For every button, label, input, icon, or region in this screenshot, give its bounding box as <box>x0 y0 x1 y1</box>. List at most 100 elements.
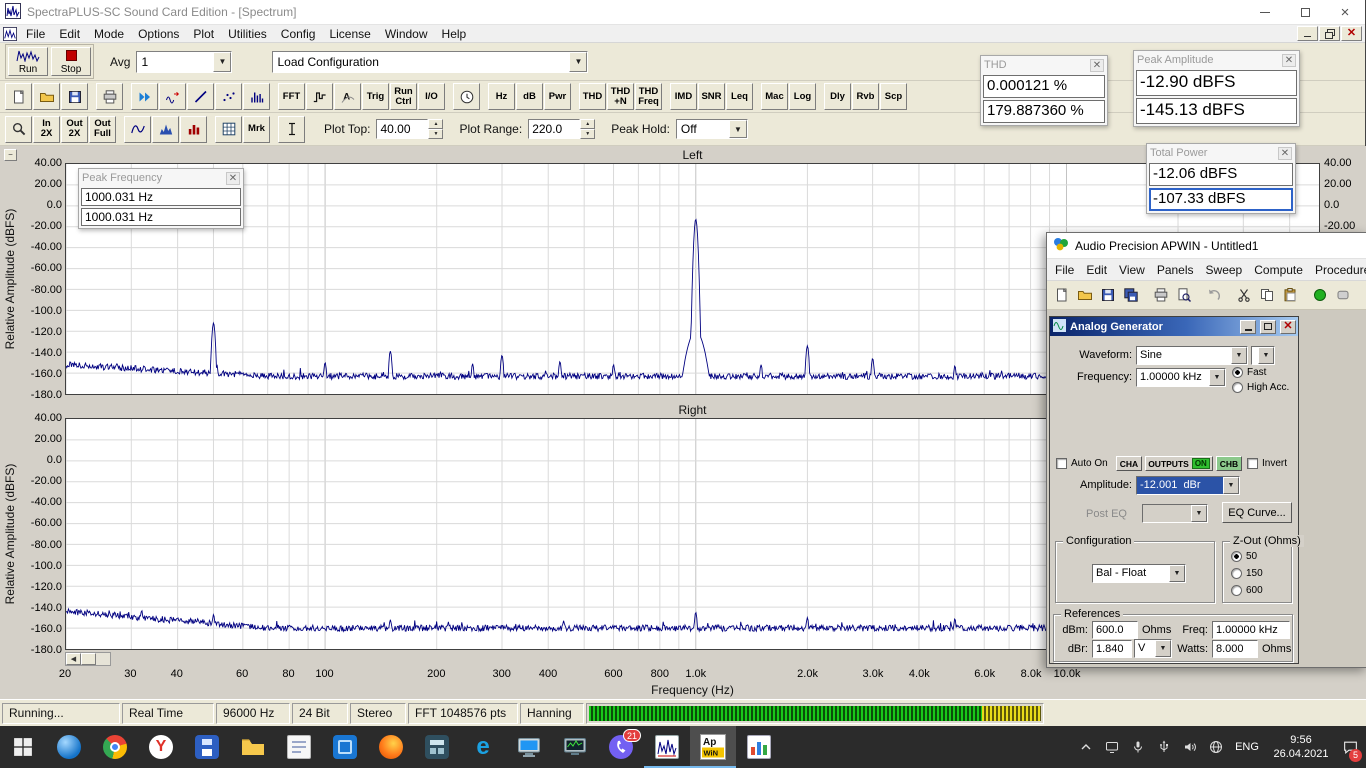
close-icon[interactable]: ✕ <box>1282 54 1296 67</box>
plot-filled-mode-button[interactable] <box>152 116 179 143</box>
ap-print-preview-button[interactable] <box>1173 283 1195 307</box>
snr-utility-button[interactable]: SNR <box>698 83 725 110</box>
spin-up-icon[interactable]: ▲ <box>580 119 595 129</box>
zoom-out-2x-button[interactable]: Out 2X <box>61 116 88 143</box>
plot-line-mode-button[interactable] <box>124 116 151 143</box>
tray-usb-icon[interactable] <box>1152 727 1176 767</box>
new-file-button[interactable] <box>5 83 32 110</box>
zout-600-radio[interactable]: 600 <box>1231 585 1263 596</box>
run-control-button[interactable]: Run Ctrl <box>390 83 417 110</box>
spin-down-icon[interactable]: ▼ <box>580 129 595 139</box>
delay-button[interactable]: Dly <box>824 83 851 110</box>
zoom-button[interactable] <box>5 116 32 143</box>
plot-h-scrollbar[interactable]: ◀ <box>65 652 111 666</box>
amplitude-input[interactable]: -12.001 dBr▼ <box>1136 476 1240 495</box>
apwin-title-bar[interactable]: Audio Precision APWIN - Untitled1 <box>1047 233 1366 259</box>
mdi-restore-button[interactable] <box>1319 26 1340 41</box>
speed-high-acc-radio[interactable]: High Acc. <box>1232 382 1289 393</box>
taskbar-apwin[interactable]: ApWiN <box>690 726 736 768</box>
decibel-units-button[interactable]: dB <box>516 83 543 110</box>
close-icon[interactable]: ✕ <box>226 172 240 185</box>
total-power-panel[interactable]: Total Power✕ -12.06 dBFS -107.33 dBFS <box>1146 143 1296 214</box>
peak-amplitude-panel[interactable]: Peak Amplitude✕ -12.90 dBFS -145.13 dBFS <box>1133 50 1300 127</box>
menu-license[interactable]: License <box>322 26 377 42</box>
scroll-thumb[interactable] <box>81 653 96 665</box>
dbr-unit-select[interactable]: V▼ <box>1134 639 1172 658</box>
plot-bar-mode-button[interactable] <box>180 116 207 143</box>
thd-utility-button[interactable]: THD <box>579 83 606 110</box>
mdi-minimize-button[interactable] <box>1297 26 1318 41</box>
chevron-down-icon[interactable]: ▼ <box>1223 477 1239 494</box>
time-series-button[interactable] <box>306 83 333 110</box>
power-units-button[interactable]: Pwr <box>544 83 571 110</box>
ref-freq-input[interactable]: 1.00000 kHz <box>1212 621 1290 639</box>
menu-help[interactable]: Help <box>435 26 474 42</box>
chevron-down-icon[interactable]: ▼ <box>1155 640 1171 657</box>
generator-maximize-button[interactable] <box>1260 320 1276 334</box>
apwin-menu-view[interactable]: View <box>1113 261 1151 279</box>
thdn-utility-button[interactable]: THD +N <box>607 83 634 110</box>
ap-new-button[interactable] <box>1051 283 1073 307</box>
analog-generator-title-bar[interactable]: Analog Generator ✕ <box>1050 317 1298 336</box>
menu-plot[interactable]: Plot <box>186 26 221 42</box>
imd-utility-button[interactable]: IMD <box>670 83 697 110</box>
menu-window[interactable]: Window <box>378 26 435 42</box>
taskbar-notepad[interactable] <box>276 726 322 768</box>
spin-up-icon[interactable]: ▲ <box>428 119 443 129</box>
print-button[interactable] <box>96 83 123 110</box>
frequency-select[interactable]: 1.00000 kHz▼ <box>1136 368 1226 387</box>
chevron-down-icon[interactable]: ▼ <box>1258 347 1274 364</box>
taskbar-system-monitor[interactable] <box>506 726 552 768</box>
chevron-down-icon[interactable]: ▼ <box>1169 565 1185 582</box>
fast-forward-button[interactable] <box>131 83 158 110</box>
taskbar-yandex[interactable]: Y <box>138 726 184 768</box>
minimize-button[interactable] <box>1245 0 1285 25</box>
apwin-menu-procedure[interactable]: Procedure <box>1309 261 1366 279</box>
plot-range-spinner[interactable]: 220.0 ▲▼ <box>528 119 595 139</box>
open-file-button[interactable] <box>33 83 60 110</box>
plot-top-value[interactable]: 40.00 <box>376 119 428 139</box>
ap-print-button[interactable] <box>1150 283 1172 307</box>
ap-paste-button[interactable] <box>1279 283 1301 307</box>
menu-edit[interactable]: Edit <box>52 26 87 42</box>
waveform-variant-select[interactable]: ▼ <box>1251 346 1275 365</box>
taskbar-scope-app[interactable] <box>552 726 598 768</box>
tray-language[interactable]: ENG <box>1230 727 1264 767</box>
dbr-input[interactable]: 1.840 <box>1092 640 1132 658</box>
mdi-close-button[interactable]: ✕ <box>1341 26 1362 41</box>
taskbar-edge[interactable]: e <box>460 726 506 768</box>
zoom-out-full-button[interactable]: Out Full <box>89 116 116 143</box>
taskbar-firefox[interactable] <box>368 726 414 768</box>
close-icon[interactable]: ✕ <box>1090 59 1104 72</box>
macro-button[interactable]: Mac <box>761 83 788 110</box>
trigger-button[interactable]: Trig <box>362 83 389 110</box>
ap-open-button[interactable] <box>1074 283 1096 307</box>
stop-button[interactable]: Stop <box>51 47 91 76</box>
tray-network-icon[interactable] <box>1204 727 1228 767</box>
scroll-left-icon[interactable]: ◀ <box>66 653 81 665</box>
taskbar-spectraplus[interactable] <box>644 726 690 768</box>
tray-mic-icon[interactable] <box>1126 727 1150 767</box>
chevron-down-icon[interactable]: ▼ <box>569 52 587 72</box>
ap-save-all-button[interactable] <box>1120 283 1142 307</box>
taskbar-backup-app[interactable] <box>184 726 230 768</box>
apwin-menu-file[interactable]: File <box>1049 261 1080 279</box>
tray-speaker-icon[interactable] <box>1178 727 1202 767</box>
transfer-button[interactable] <box>159 83 186 110</box>
io-device-button[interactable]: I/O <box>418 83 445 110</box>
eq-curve-button[interactable]: EQ Curve... <box>1222 502 1292 523</box>
ap-copy-button[interactable] <box>1256 283 1278 307</box>
weighting-button[interactable]: A <box>334 83 361 110</box>
taskbar-file-explorer[interactable] <box>230 726 276 768</box>
load-configuration-select[interactable]: Load Configuration ▼ <box>272 51 588 73</box>
peak-frequency-panel[interactable]: Peak Frequency✕ 1000.031 Hz 1000.031 Hz <box>78 168 244 229</box>
fft-settings-button[interactable]: FFT <box>278 83 305 110</box>
averages-select[interactable]: 1 ▼ <box>136 51 232 73</box>
close-button[interactable]: × <box>1325 0 1365 25</box>
thd-freq-utility-button[interactable]: THD Freq <box>635 83 662 110</box>
zout-50-radio[interactable]: 50 <box>1231 551 1257 562</box>
peak-hold-select[interactable]: Off ▼ <box>676 119 748 139</box>
grid-view-button[interactable] <box>215 116 242 143</box>
thd-panel[interactable]: THD✕ 0.000121 % 179.887360 % <box>980 55 1108 126</box>
dbm-input[interactable]: 600.0 <box>1092 621 1138 639</box>
